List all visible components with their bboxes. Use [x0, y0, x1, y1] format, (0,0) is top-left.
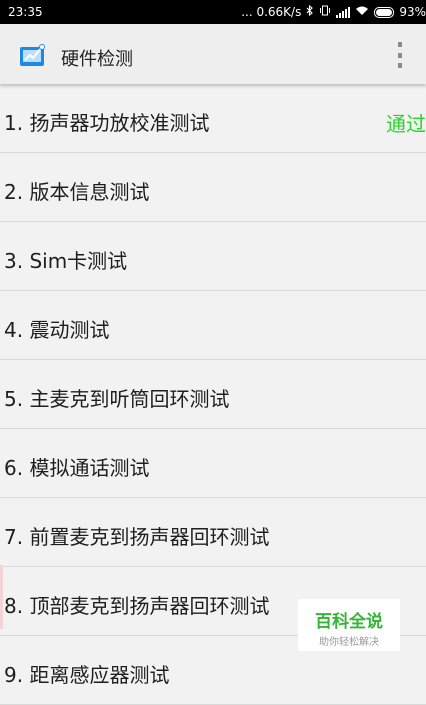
test-item-version-info[interactable]: 2. 版本信息测试	[0, 153, 426, 222]
test-item-front-mic-speaker-loop[interactable]: 7. 前置麦克到扬声器回环测试	[0, 498, 426, 567]
test-item-sim-card[interactable]: 3. Sim卡测试	[0, 222, 426, 291]
watermark-logo: 百科全说 助你轻松解决	[298, 599, 400, 651]
test-label: 3. Sim卡测试	[4, 249, 128, 273]
edge-marker	[0, 565, 3, 629]
battery-percent: 93%	[399, 5, 426, 19]
watermark-subtitle: 助你轻松解决	[319, 637, 379, 648]
vibrate-icon	[319, 5, 331, 19]
test-label: 8. 顶部麦克到扬声器回环测试	[4, 594, 270, 618]
test-label: 2. 版本信息测试	[4, 180, 150, 204]
test-label: 6. 模拟通话测试	[4, 456, 150, 480]
bluetooth-icon	[306, 4, 314, 19]
test-label: 7. 前置麦克到扬声器回环测试	[4, 525, 270, 549]
test-item-main-mic-earpiece-loop[interactable]: 5. 主麦克到听筒回环测试	[0, 360, 426, 429]
test-result-pass: 通过	[386, 112, 426, 136]
test-item-speaker-calibration[interactable]: 1. 扬声器功放校准测试 通过	[0, 84, 426, 153]
wifi-icon	[355, 5, 369, 19]
status-icons: ... 0.66K/s 93%	[241, 4, 426, 19]
status-bar: 23:35 ... 0.66K/s 93%	[0, 0, 426, 24]
test-item-simulated-call[interactable]: 6. 模拟通话测试	[0, 429, 426, 498]
test-item-vibration[interactable]: 4. 震动测试	[0, 291, 426, 360]
signal-icon	[336, 6, 351, 18]
app-icon	[20, 44, 46, 66]
battery-icon	[374, 6, 395, 18]
network-speed: ... 0.66K/s	[241, 5, 302, 19]
overflow-menu-icon[interactable]	[396, 42, 404, 68]
test-label: 5. 主麦克到听筒回环测试	[4, 387, 230, 411]
app-bar: 硬件检测	[0, 24, 426, 84]
test-label: 1. 扬声器功放校准测试	[4, 111, 210, 135]
page-title: 硬件检测	[61, 49, 133, 70]
test-label: 4. 震动测试	[4, 318, 110, 342]
status-time: 23:35	[8, 5, 43, 19]
watermark-title: 百科全说	[315, 612, 383, 632]
